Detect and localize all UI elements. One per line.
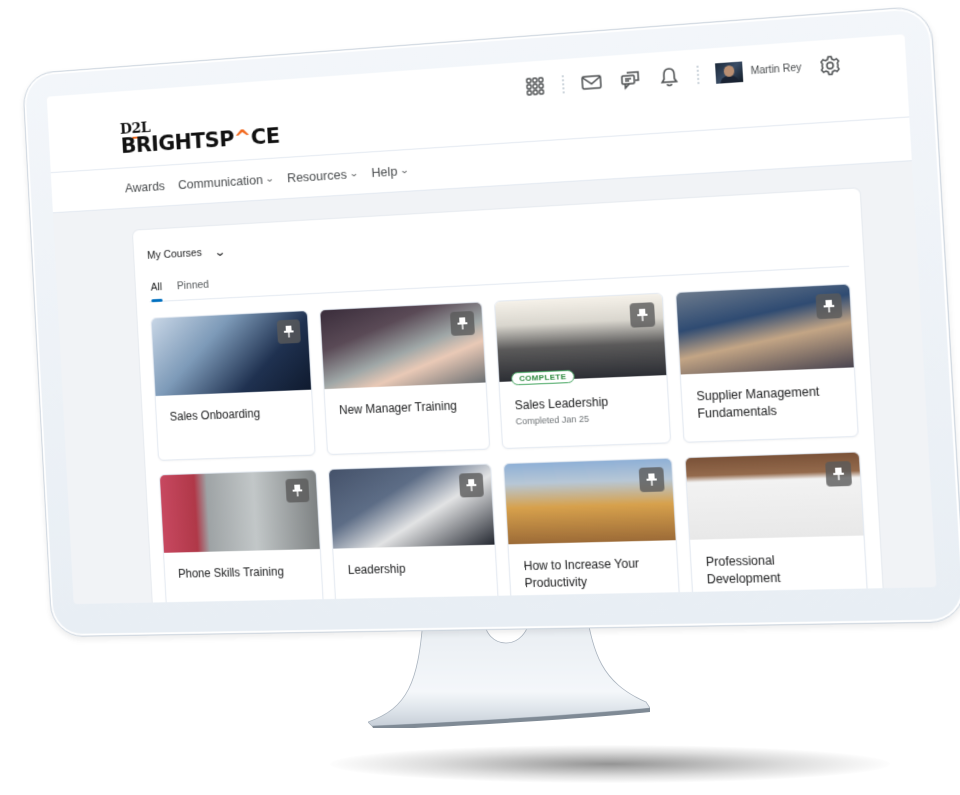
- nav-label: Resources: [286, 166, 348, 186]
- chevron-down-icon: ⌄: [265, 173, 276, 184]
- pin-icon[interactable]: [458, 472, 484, 498]
- pin-icon[interactable]: [285, 478, 310, 503]
- course-title: New Manager Training: [338, 398, 458, 418]
- course-grid: Sales Onboarding New Manager Training CO…: [150, 283, 872, 605]
- user-name: Martin Rey: [750, 61, 802, 77]
- course-image: [495, 293, 667, 382]
- course-card[interactable]: Professional Development: [684, 451, 869, 605]
- nav-item-communication[interactable]: Communication ⌄: [177, 171, 276, 193]
- course-card[interactable]: COMPLETE Sales Leadership Completed Jan …: [493, 292, 672, 450]
- pin-icon[interactable]: [815, 293, 843, 320]
- wordmark-caret: ^: [233, 125, 252, 152]
- mail-icon[interactable]: [579, 70, 603, 94]
- pin-icon[interactable]: [825, 461, 853, 487]
- course-title: Sales Onboarding: [169, 406, 261, 424]
- course-card[interactable]: Phone Skills Training: [158, 469, 325, 605]
- gear-icon[interactable]: [818, 53, 843, 77]
- course-image: [685, 452, 864, 540]
- brightspace-logo[interactable]: D2L BRIGHTSP^CE: [120, 109, 281, 159]
- course-card[interactable]: Supplier Management Fundamentals: [675, 283, 859, 443]
- nav-item-awards[interactable]: Awards: [125, 178, 166, 195]
- nav-label: Help: [370, 163, 398, 181]
- header-tools: Martin Rey: [523, 53, 842, 98]
- course-title: Phone Skills Training: [177, 564, 285, 581]
- tab-pinned[interactable]: Pinned: [177, 279, 210, 300]
- monitor-shadow: [330, 745, 890, 783]
- nav-item-resources[interactable]: Resources ⌄: [287, 166, 359, 185]
- pin-icon[interactable]: [449, 310, 475, 336]
- nav-label: Awards: [124, 178, 166, 196]
- chevron-down-icon: ⌄: [213, 244, 227, 260]
- course-card[interactable]: New Manager Training: [319, 301, 491, 456]
- tab-all[interactable]: All: [150, 281, 162, 301]
- widget-title: My Courses: [146, 247, 203, 262]
- course-title: Supplier Management Fundamentals: [696, 384, 820, 421]
- complete-badge: COMPLETE: [510, 369, 575, 386]
- course-image: [676, 284, 854, 375]
- pin-icon[interactable]: [629, 302, 656, 328]
- course-title: How to Increase Your Productivity: [523, 556, 640, 591]
- chevron-down-icon: ⌄: [349, 168, 360, 179]
- course-image: [328, 464, 495, 549]
- avatar: [714, 61, 743, 84]
- my-courses-widget: My Courses ⌄ All Pinned Sales Onboarding: [132, 188, 883, 605]
- divider: [696, 65, 700, 85]
- screen: D2L BRIGHTSP^CE Martin Rey Awards Commun…: [46, 34, 937, 605]
- course-card[interactable]: How to Increase Your Productivity: [502, 457, 681, 605]
- nav-item-help[interactable]: Help ⌄: [370, 163, 411, 181]
- course-image: [320, 302, 486, 390]
- divider: [561, 75, 565, 94]
- course-title: Professional Development: [705, 553, 782, 587]
- pin-icon[interactable]: [276, 319, 301, 344]
- user-menu[interactable]: Martin Rey: [714, 57, 802, 84]
- chevron-down-icon: ⌄: [399, 164, 411, 176]
- course-card[interactable]: Leadership: [327, 463, 500, 605]
- course-title: Leadership: [347, 561, 406, 577]
- monitor: D2L BRIGHTSP^CE Martin Rey Awards Commun…: [21, 5, 960, 638]
- grid-icon[interactable]: [523, 75, 546, 99]
- course-card[interactable]: Sales Onboarding: [150, 310, 316, 461]
- chat-icon[interactable]: [618, 68, 642, 92]
- nav-label: Communication: [177, 172, 264, 193]
- course-image: [151, 311, 312, 397]
- bell-icon[interactable]: [657, 65, 681, 89]
- wordmark-suffix: CE: [250, 123, 281, 151]
- course-image: [504, 458, 676, 545]
- pin-icon[interactable]: [638, 467, 665, 493]
- course-image: [159, 470, 320, 553]
